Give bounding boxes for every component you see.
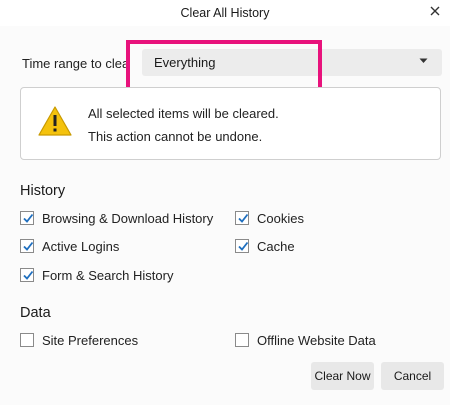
checkbox-box[interactable] xyxy=(20,211,34,225)
time-range-row: Time range to clea Everything xyxy=(22,48,442,78)
window-title: Clear All History xyxy=(180,6,270,20)
checkbox-active-logins[interactable]: Active Logins xyxy=(20,236,119,256)
time-range-label: Time range to clea xyxy=(22,56,130,71)
time-range-select[interactable]: Everything xyxy=(142,49,442,76)
close-icon[interactable] xyxy=(426,2,444,20)
checkbox-box[interactable] xyxy=(20,239,34,253)
checkbox-site-preferences[interactable]: Site Preferences xyxy=(20,330,138,350)
clear-now-button[interactable]: Clear Now xyxy=(311,362,374,390)
warning-box: All selected items will be cleared. This… xyxy=(20,87,441,160)
checkbox-label: Browsing & Download History xyxy=(42,210,214,226)
checkbox-label: Active Logins xyxy=(42,238,120,254)
warning-text-line2: This action cannot be undone. xyxy=(88,129,263,144)
title-bar: Clear All History xyxy=(0,0,450,26)
cancel-button[interactable]: Cancel xyxy=(381,362,444,390)
checkmark-icon xyxy=(238,241,249,251)
checkmark-icon xyxy=(23,213,34,223)
checkbox-label: Offline Website Data xyxy=(257,332,376,348)
checkmark-icon xyxy=(23,241,34,251)
checkmark-icon xyxy=(238,213,249,223)
checkbox-label: Cache xyxy=(257,238,295,254)
time-range-value: Everything xyxy=(154,55,216,70)
checkbox-cookies[interactable]: Cookies xyxy=(235,208,304,228)
checkbox-box[interactable] xyxy=(235,333,249,347)
checkbox-form-search-history[interactable]: Form & Search History xyxy=(20,265,173,285)
data-heading: Data xyxy=(20,305,51,321)
checkbox-label: Site Preferences xyxy=(42,332,139,348)
checkbox-box[interactable] xyxy=(20,333,34,347)
checkbox-browsing-download-history[interactable]: Browsing & Download History xyxy=(20,208,213,228)
chevron-down-icon xyxy=(419,58,428,63)
checkbox-label: Cookies xyxy=(257,210,304,226)
checkbox-box[interactable] xyxy=(235,211,249,225)
warning-text-line1: All selected items will be cleared. xyxy=(88,106,279,121)
history-heading: History xyxy=(20,183,66,199)
checkmark-icon xyxy=(23,270,34,280)
warning-icon xyxy=(38,106,72,136)
checkbox-label: Form & Search History xyxy=(42,267,174,283)
checkbox-box[interactable] xyxy=(235,239,249,253)
checkbox-box[interactable] xyxy=(20,268,34,282)
checkbox-cache[interactable]: Cache xyxy=(235,236,295,256)
checkbox-offline-website-data[interactable]: Offline Website Data xyxy=(235,330,376,350)
